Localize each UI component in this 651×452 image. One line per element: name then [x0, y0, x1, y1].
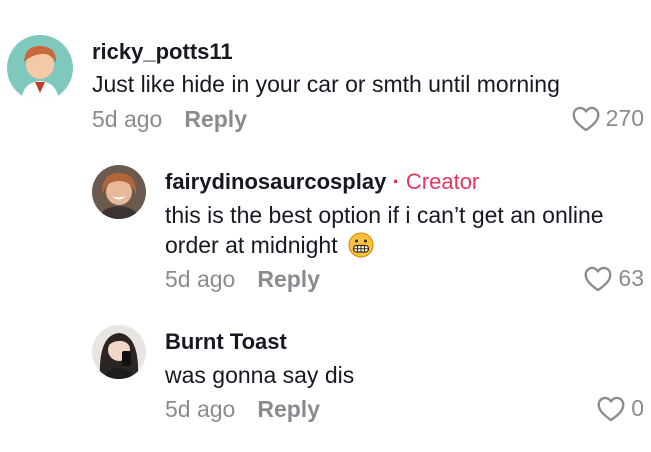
comment-text-line2: order at midnight — [165, 232, 338, 258]
grimacing-face-emoji — [348, 232, 374, 258]
reply-button[interactable]: Reply — [257, 396, 320, 422]
comment-username[interactable]: ricky_potts11 — [92, 39, 233, 65]
heart-outline-icon — [572, 106, 600, 131]
comment-timestamp: 5d ago — [165, 396, 236, 422]
heart-outline-icon — [597, 396, 625, 421]
comment-text: was gonna say dis — [165, 362, 355, 388]
comment-meta: 5d ago Reply — [165, 266, 320, 292]
avatar-image — [7, 35, 73, 101]
like-button[interactable]: 63 — [584, 265, 644, 292]
comment-text: this is the best option if i can’t get a… — [165, 200, 604, 260]
avatar[interactable] — [92, 165, 146, 219]
separator-dot: · — [392, 169, 400, 194]
comment-timestamp: 5d ago — [165, 266, 236, 292]
comment-meta: 5d ago Reply — [92, 106, 247, 132]
avatar-image — [92, 325, 146, 379]
comment-username[interactable]: Burnt Toast — [165, 329, 287, 355]
reply-button[interactable]: Reply — [257, 266, 320, 292]
reply-username[interactable]: fairydinosaurcosplay — [165, 169, 386, 194]
avatar[interactable] — [7, 35, 73, 101]
comment-username: fairydinosaurcosplay · Creator — [165, 169, 479, 195]
comment-text-line1: this is the best option if i can’t get a… — [165, 202, 604, 228]
comment-meta: 5d ago Reply — [165, 396, 320, 422]
like-count: 63 — [618, 265, 644, 291]
comment-text: Just like hide in your car or smth until… — [92, 71, 560, 97]
avatar-image — [92, 165, 146, 219]
like-button[interactable]: 0 — [597, 395, 644, 422]
comment-timestamp: 5d ago — [92, 106, 163, 132]
creator-badge: Creator — [405, 169, 480, 194]
like-count: 270 — [605, 105, 644, 131]
heart-outline-icon — [584, 266, 612, 291]
reply-button[interactable]: Reply — [184, 106, 247, 132]
avatar[interactable] — [92, 325, 146, 379]
like-count: 0 — [631, 395, 644, 421]
like-button[interactable]: 270 — [572, 105, 644, 132]
